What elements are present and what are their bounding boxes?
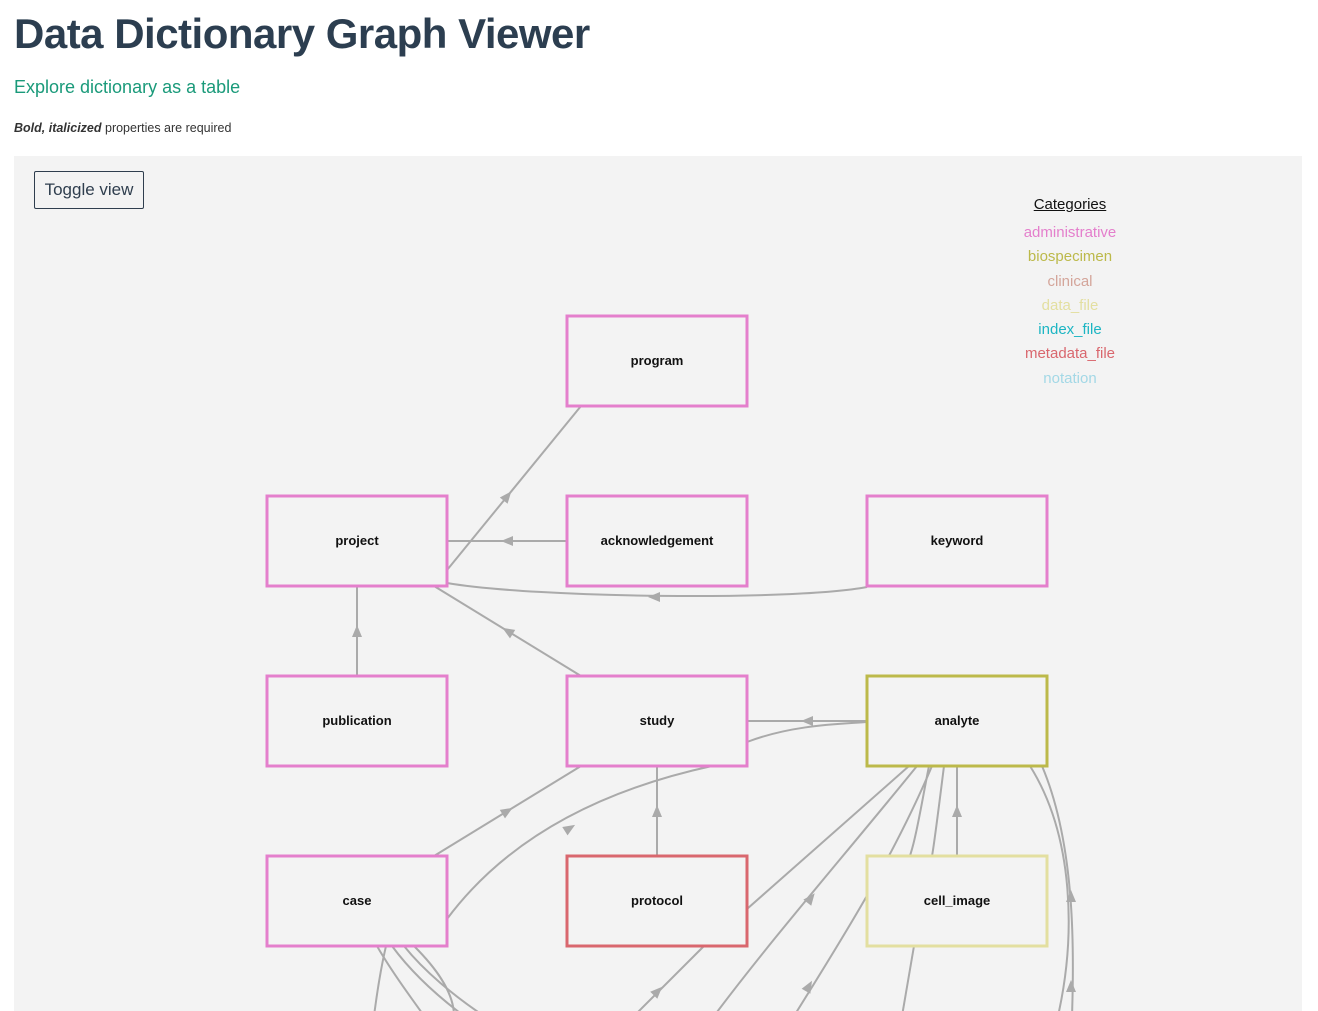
edge-acknowledgement-project-arrow bbox=[501, 536, 513, 546]
legend-item-data-file: data_file bbox=[1041, 296, 1099, 314]
node-keyword[interactable]: keyword bbox=[865, 494, 1049, 588]
node-label-project: project bbox=[335, 533, 379, 548]
node-label-acknowledgement: acknowledgement bbox=[601, 533, 714, 548]
category-legend: Categories administrative biospecimen clin… bbox=[970, 196, 1170, 391]
edge-analyte-study-curve bbox=[746, 721, 868, 743]
edge-protocol-study-arrow bbox=[652, 805, 662, 817]
node-protocol[interactable]: protocol bbox=[565, 854, 749, 948]
edge-study-project-arrow bbox=[502, 627, 516, 639]
required-note-emphasis: Bold, italicized bbox=[14, 121, 102, 135]
graph-panel[interactable]: program project acknowledgement keyword publ… bbox=[14, 156, 1302, 1011]
node-case[interactable]: case bbox=[265, 854, 449, 948]
required-note-text: properties are required bbox=[101, 121, 232, 135]
node-analyte[interactable]: analyte bbox=[865, 674, 1049, 768]
edge-offscreen-2-arrow bbox=[803, 893, 815, 906]
node-label-publication: publication bbox=[322, 713, 391, 728]
node-label-analyte: analyte bbox=[935, 713, 980, 728]
page-title: Data Dictionary Graph Viewer bbox=[14, 10, 590, 57]
legend-item-metadata-file: metadata_file bbox=[1024, 345, 1116, 363]
legend-items: administrative biospecimen clinical data_fi… bbox=[970, 221, 1170, 391]
edge-offscreen-10 bbox=[391, 945, 460, 1011]
edge-analyte-study-arrow bbox=[801, 716, 813, 726]
node-label-keyword: keyword bbox=[931, 533, 984, 548]
node-publication[interactable]: publication bbox=[265, 674, 449, 768]
edge-offscreen-8-arrow bbox=[1066, 980, 1076, 992]
edge-offscreen-1 bbox=[637, 945, 705, 1011]
legend-item-notation: notation bbox=[1043, 369, 1097, 387]
node-project[interactable]: project bbox=[265, 494, 449, 588]
node-label-study: study bbox=[640, 713, 675, 728]
node-label-program: program bbox=[631, 353, 684, 368]
legend-item-clinical: clinical bbox=[1047, 272, 1093, 290]
node-study[interactable]: study bbox=[565, 674, 749, 768]
edge-offscreen-3-arrow bbox=[801, 980, 812, 994]
edge-case-study-arrow bbox=[499, 807, 513, 819]
explore-table-link[interactable]: Explore dictionary as a table bbox=[14, 77, 240, 98]
node-label-case: case bbox=[343, 893, 372, 908]
edge-keyword-project-arrow bbox=[648, 592, 660, 602]
node-label-protocol: protocol bbox=[631, 893, 683, 908]
legend-item-index-file: index_file bbox=[1038, 321, 1102, 339]
node-label-cell-image: cell_image bbox=[924, 893, 991, 908]
node-acknowledgement[interactable]: acknowledgement bbox=[565, 494, 749, 588]
legend-item-biospecimen: biospecimen bbox=[1027, 248, 1113, 266]
edge-case-study-curve-arrow bbox=[562, 824, 576, 836]
edge-offscreen-13 bbox=[373, 945, 387, 1011]
required-note: Bold, italicized properties are required bbox=[14, 121, 231, 135]
toggle-view-button[interactable]: Toggle view bbox=[34, 171, 144, 209]
node-cell-image[interactable]: cell_image bbox=[865, 854, 1049, 948]
edge-publication-project-arrow bbox=[352, 625, 362, 637]
edge-offscreen-5 bbox=[931, 765, 945, 857]
edge-cellimage-analyte-arrow bbox=[952, 805, 962, 817]
edge-offscreen-6 bbox=[901, 945, 915, 1011]
node-program[interactable]: program bbox=[565, 314, 749, 408]
legend-item-administrative: administrative bbox=[1023, 224, 1117, 241]
legend-title: Categories bbox=[1033, 196, 1107, 213]
